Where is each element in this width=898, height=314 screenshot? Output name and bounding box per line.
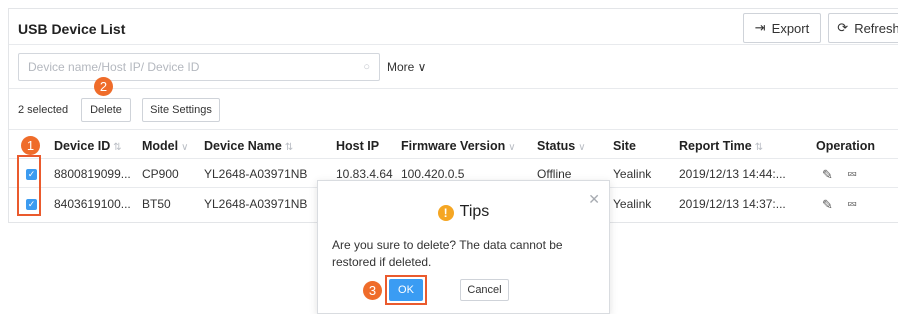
sort-icon: ⇅	[113, 142, 122, 153]
cell-status: Offline	[537, 167, 572, 181]
cell-host-ip: 10.83.4.64	[336, 167, 393, 181]
search-input[interactable]	[28, 60, 364, 74]
ok-button[interactable]: OK	[389, 279, 423, 301]
upload-icon[interactable]: ⮹	[847, 167, 857, 183]
export-label: Export	[771, 20, 810, 36]
dialog-message: Are you sure to delete? The data cannot …	[332, 238, 563, 269]
step-2-callout: 2	[94, 77, 113, 96]
upload-icon[interactable]: ⮹	[847, 197, 857, 213]
column-host-ip[interactable]: Host IP	[336, 139, 379, 153]
column-device-id[interactable]: Device ID ⇅	[54, 139, 122, 153]
cell-report-time: 2019/12/13 14:44:...	[679, 167, 786, 181]
sort-icon: ⇅	[754, 142, 764, 153]
step-3-callout: 3	[363, 281, 382, 300]
toolbar-divider	[9, 129, 898, 130]
cancel-button[interactable]: Cancel	[460, 279, 509, 301]
edit-icon[interactable]: ✎	[822, 197, 833, 213]
cell-report-time: 2019/12/13 14:37:...	[679, 197, 786, 211]
selected-count: 2 selected	[18, 104, 69, 116]
header-divider	[9, 44, 898, 45]
chevron-down-icon: ∨	[508, 142, 516, 153]
more-filter-toggle[interactable]: More ∨	[387, 60, 426, 74]
cell-device-name: YL2648-A03971NB	[204, 167, 308, 181]
chevron-down-icon: ∨	[181, 142, 189, 153]
cell-model: CP900	[142, 167, 179, 181]
close-icon[interactable]: ✕	[588, 191, 600, 208]
warning-icon: !	[437, 205, 454, 221]
column-firmware-version[interactable]: Firmware Version ∨	[401, 139, 516, 153]
column-report-time[interactable]: Report Time ⇅	[679, 139, 763, 153]
cell-device-id: 8800819099...	[54, 167, 131, 181]
refresh-button[interactable]: ⟳ Refresh	[828, 13, 898, 43]
site-settings-button[interactable]: Site Settings	[142, 98, 220, 122]
column-status[interactable]: Status ∨	[537, 139, 586, 153]
column-device-name[interactable]: Device Name ⇅	[204, 139, 293, 153]
delete-button[interactable]: Delete	[81, 98, 131, 122]
checkbox-highlight-box	[17, 155, 41, 216]
filter-divider	[9, 88, 898, 89]
step-1-callout: 1	[21, 136, 40, 155]
search-field[interactable]: ○	[18, 53, 380, 81]
page-title: USB Device List	[18, 21, 126, 37]
column-model[interactable]: Model ∨	[142, 139, 188, 153]
dialog-title-text: Tips	[459, 203, 490, 220]
sort-icon: ⇅	[284, 142, 294, 153]
refresh-label: Refresh	[854, 20, 898, 36]
column-site[interactable]: Site	[613, 139, 636, 153]
export-button[interactable]: ⇥ Export	[743, 13, 821, 43]
edit-icon[interactable]: ✎	[822, 167, 833, 183]
confirm-delete-dialog: ! Tips ✕ Are you sure to delete? The data…	[317, 180, 610, 314]
column-operation: Operation	[816, 139, 876, 153]
search-icon[interactable]: ○	[363, 61, 370, 73]
cell-device-id: 8403619100...	[54, 197, 131, 211]
cell-device-name: YL2648-A03971NB	[204, 197, 308, 211]
cell-site: Yealink	[613, 167, 652, 181]
chevron-down-icon: ∨	[578, 142, 586, 153]
export-icon: ⇥	[754, 20, 766, 35]
cell-model: BT50	[142, 197, 171, 211]
header-row-divider	[9, 158, 898, 159]
refresh-icon: ⟳	[837, 20, 849, 35]
dialog-title: ! Tips	[318, 203, 609, 221]
cell-firmware: 100.420.0.5	[401, 167, 465, 181]
cell-site: Yealink	[613, 197, 652, 211]
